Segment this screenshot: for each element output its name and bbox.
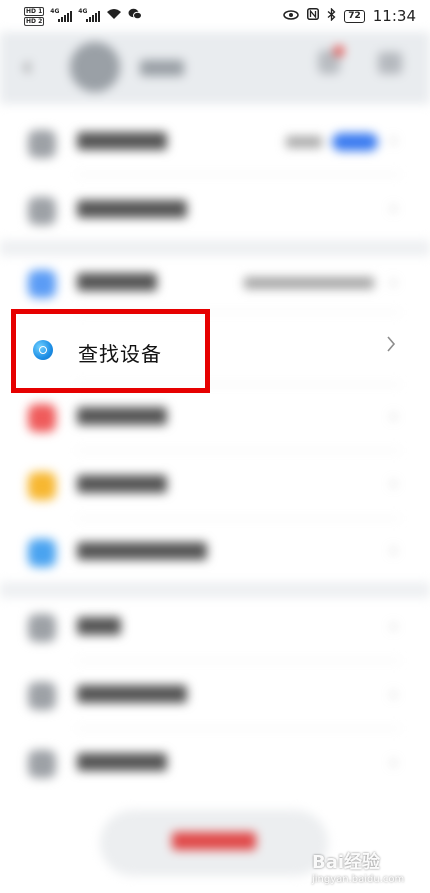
signal-icon-1: 4G	[50, 8, 73, 22]
status-pill	[332, 133, 378, 151]
divider	[77, 518, 400, 519]
row-label-placeholder	[77, 273, 157, 291]
row-icon	[28, 682, 56, 710]
row-label-placeholder	[77, 132, 167, 150]
chevron-right-icon: ›	[390, 752, 398, 773]
row-icon	[28, 130, 56, 158]
chevron-right-icon: ›	[390, 272, 398, 293]
divider	[77, 450, 400, 451]
row-icon	[28, 270, 56, 298]
hd-icon: HD 1 HD 2	[24, 6, 45, 26]
back-arrow-icon[interactable]: ‹	[22, 52, 32, 82]
chevron-right-icon: ›	[390, 198, 398, 219]
row-value-placeholder	[244, 277, 374, 289]
more-icon[interactable]	[378, 52, 402, 74]
find-device-label: 查找设备	[78, 342, 162, 366]
chevron-right-icon: ›	[390, 684, 398, 705]
row-label-placeholder	[77, 617, 121, 635]
row-label-placeholder	[77, 407, 167, 425]
wechat-icon	[128, 8, 143, 24]
status-right: 72 11:34	[283, 6, 416, 25]
chevron-right-icon: ›	[390, 616, 398, 637]
row-icon	[28, 197, 56, 225]
blurred-settings-page: ‹ › › › › › › › › ›	[0, 32, 430, 893]
chevron-right-icon: ›	[390, 540, 398, 561]
account-header	[0, 32, 430, 104]
row-label-placeholder	[77, 753, 167, 771]
bluetooth-icon	[327, 6, 336, 25]
row-label-placeholder	[77, 542, 207, 560]
signal-icon-2: 4G	[78, 8, 101, 22]
divider	[77, 660, 400, 661]
baidu-jingyan-watermark: Bai经验 jingyan.baidu.com	[312, 852, 405, 885]
row-value-placeholder	[286, 136, 322, 148]
find-device-row[interactable]: 查找设备	[12, 310, 418, 384]
notification-dot	[334, 46, 344, 56]
group-separator	[0, 582, 430, 598]
find-device-icon	[33, 340, 53, 360]
row-icon	[28, 472, 56, 500]
bottom-button-label-placeholder	[172, 832, 256, 850]
chevron-right-icon: ›	[390, 130, 398, 151]
chevron-right-icon: ›	[390, 406, 398, 427]
account-name-placeholder	[140, 60, 184, 76]
chevron-right-icon: ›	[390, 473, 398, 494]
row-label-placeholder	[77, 685, 187, 703]
divider	[77, 384, 400, 385]
row-label-placeholder	[77, 200, 187, 218]
avatar[interactable]	[70, 42, 120, 92]
battery-icon: 72	[344, 9, 365, 23]
eye-icon	[283, 9, 299, 24]
group-separator	[0, 240, 430, 256]
status-bar: HD 1 HD 2 4G 4G 72 11:34	[0, 0, 430, 32]
wifi-icon	[106, 8, 122, 24]
bell-icon[interactable]	[318, 50, 340, 74]
row-icon	[28, 614, 56, 642]
row-icon	[28, 750, 56, 778]
chevron-right-icon	[386, 334, 396, 359]
row-label-placeholder	[77, 475, 167, 493]
bottom-button[interactable]	[100, 810, 328, 876]
divider	[77, 728, 400, 729]
divider	[77, 174, 400, 175]
status-left: HD 1 HD 2 4G 4G	[24, 6, 143, 26]
status-time: 11:34	[372, 7, 416, 25]
nfc-icon	[307, 8, 320, 24]
row-icon	[28, 404, 56, 432]
row-icon	[28, 539, 56, 567]
